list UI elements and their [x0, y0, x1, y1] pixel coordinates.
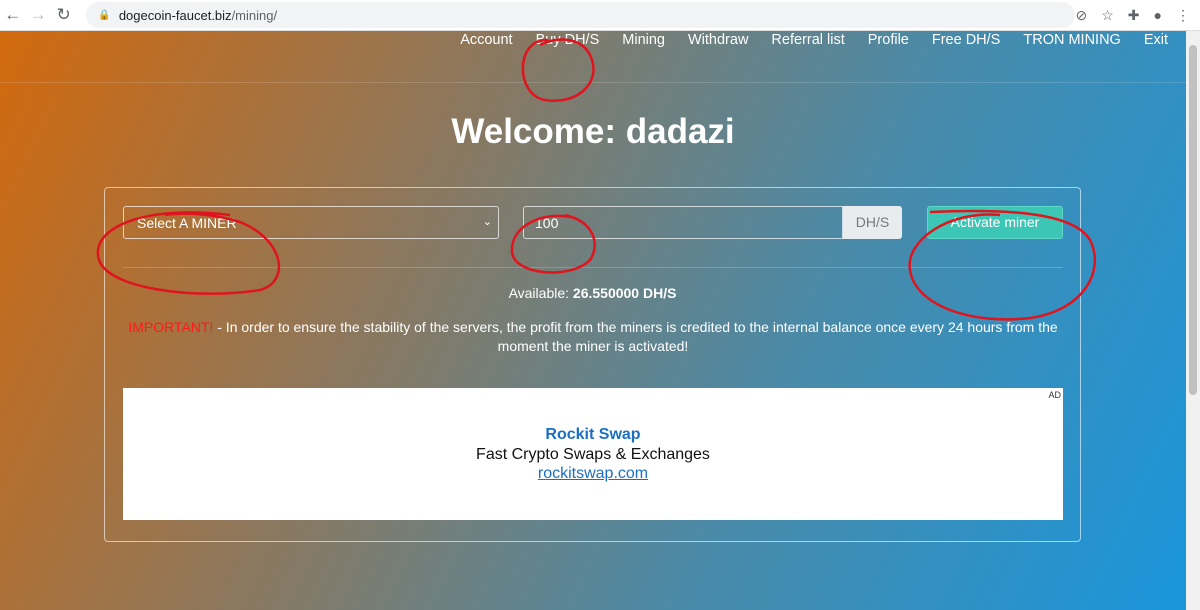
scrollbar-thumb[interactable] — [1189, 45, 1197, 395]
main-nav: Account Buy DH/S Mining Withdraw Referra… — [460, 32, 1168, 48]
menu-icon[interactable]: ⋮ — [1176, 7, 1190, 24]
ad-link[interactable]: rockitswap.com — [123, 465, 1063, 483]
available-balance: Available: 26.550000 DH/S — [105, 285, 1080, 301]
extensions-icon[interactable]: ✚ — [1128, 7, 1140, 24]
nav-withdraw[interactable]: Withdraw — [688, 32, 748, 48]
nav-profile[interactable]: Profile — [868, 32, 909, 48]
nav-account[interactable]: Account — [460, 32, 512, 48]
nav-mining[interactable]: Mining — [622, 32, 665, 48]
reload-icon[interactable]: ↻ — [51, 5, 76, 25]
important-label: IMPORTANT! — [128, 319, 214, 335]
page-title: Welcome: dadazi — [451, 112, 735, 151]
nav-tron[interactable]: TRON MINING — [1023, 32, 1120, 48]
ad-banner[interactable]: AD Rockit Swap Fast Crypto Swaps & Excha… — [123, 388, 1063, 520]
chevron-down-icon: ⌄ — [482, 216, 492, 228]
profile-icon[interactable]: ● — [1154, 7, 1162, 24]
divider — [0, 82, 1186, 83]
address-bar[interactable]: 🔒 dogecoin-faucet.biz/mining/ — [86, 2, 1076, 28]
eye-off-icon[interactable]: ⊘ — [1076, 7, 1088, 24]
available-value: 26.550000 DH/S — [572, 285, 677, 301]
ad-title[interactable]: Rockit Swap — [123, 426, 1063, 444]
ad-description: Fast Crypto Swaps & Exchanges — [476, 446, 710, 463]
activate-miner-button[interactable]: Activate miner — [927, 206, 1063, 239]
divider — [123, 267, 1063, 268]
forward-icon[interactable]: → — [25, 5, 50, 25]
url-domain: dogecoin-faucet.biz — [118, 7, 232, 23]
notice-text: - In order to ensure the stability of th… — [213, 319, 1058, 354]
mining-card: Select A MINER ⌄ 100 DH/S Activate miner … — [104, 187, 1081, 542]
back-icon[interactable]: ← — [0, 5, 25, 25]
nav-exit[interactable]: Exit — [1144, 32, 1168, 48]
scrollbar[interactable] — [1186, 31, 1200, 610]
miner-select[interactable]: Select A MINER ⌄ — [123, 206, 499, 239]
nav-referral[interactable]: Referral list — [771, 32, 844, 48]
amount-input[interactable]: 100 — [523, 206, 843, 239]
nav-free[interactable]: Free DH/S — [932, 32, 1001, 48]
available-label: Available: — [508, 285, 570, 301]
star-icon[interactable]: ☆ — [1101, 7, 1114, 24]
lock-icon: 🔒 — [98, 9, 111, 21]
nav-buy[interactable]: Buy DH/S — [536, 32, 600, 48]
ad-label: AD — [1048, 390, 1061, 400]
unit-addon: DH/S — [843, 206, 902, 239]
miner-select-value: Select A MINER — [137, 215, 237, 231]
browser-toolbar: ← → ↻ 🔒 dogecoin-faucet.biz/mining/ ⊘ ☆ … — [0, 0, 1200, 31]
important-notice: IMPORTANT! - In order to ensure the stab… — [123, 318, 1063, 356]
url-path: /mining/ — [231, 7, 278, 23]
